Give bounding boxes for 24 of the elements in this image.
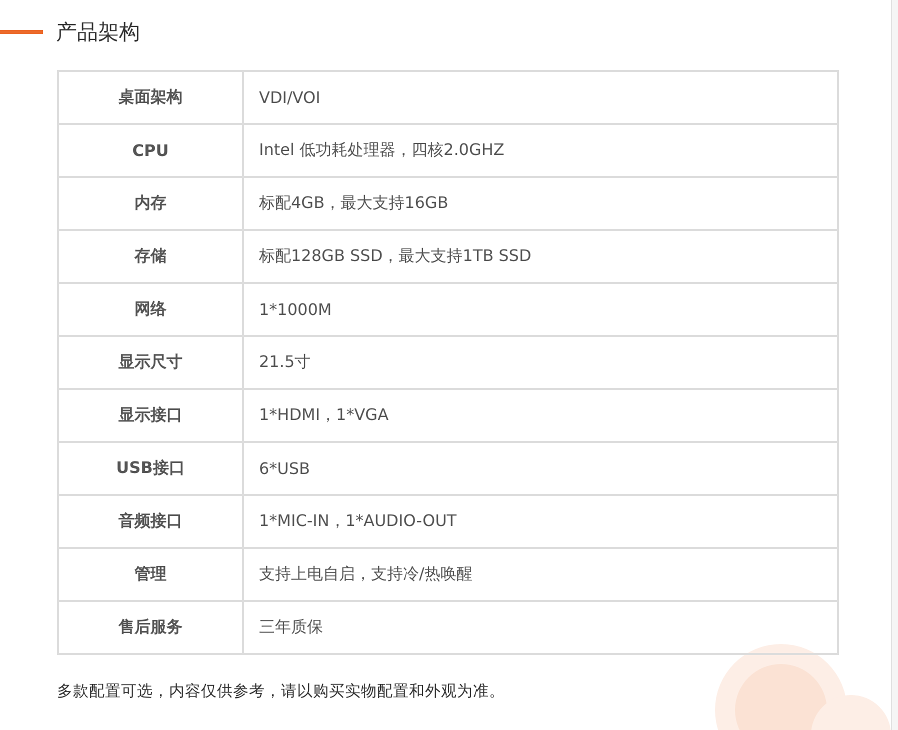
spec-label: CPU xyxy=(58,124,243,177)
spec-label: 网络 xyxy=(58,283,243,336)
spec-label: 显示尺寸 xyxy=(58,336,243,389)
spec-label: 售后服务 xyxy=(58,601,243,654)
disclaimer-note: 多款配置可选，内容仅供参考，请以购买实物配置和外观为准。 xyxy=(57,681,506,702)
accent-bar xyxy=(0,30,43,34)
spec-label: 管理 xyxy=(58,548,243,601)
spec-value: 6*USB xyxy=(243,442,838,495)
spec-value: 支持上电自启，支持冷/热唤醒 xyxy=(243,548,838,601)
spec-value: Intel 低功耗处理器，四核2.0GHZ xyxy=(243,124,838,177)
spec-value: 1*HDMI，1*VGA xyxy=(243,389,838,442)
spec-value: 21.5寸 xyxy=(243,336,838,389)
spec-label: USB接口 xyxy=(58,442,243,495)
spec-label: 内存 xyxy=(58,177,243,230)
section-title: 产品架构 xyxy=(56,19,140,46)
spec-label: 桌面架构 xyxy=(58,71,243,124)
spec-label: 音频接口 xyxy=(58,495,243,548)
spec-label: 存储 xyxy=(58,230,243,283)
spec-value: VDI/VOI xyxy=(243,71,838,124)
spec-value: 标配4GB，最大支持16GB xyxy=(243,177,838,230)
spec-label: 显示接口 xyxy=(58,389,243,442)
spec-value: 1*MIC-IN，1*AUDIO-OUT xyxy=(243,495,838,548)
spec-value: 标配128GB SSD，最大支持1TB SSD xyxy=(243,230,838,283)
spec-value: 1*1000M xyxy=(243,283,838,336)
